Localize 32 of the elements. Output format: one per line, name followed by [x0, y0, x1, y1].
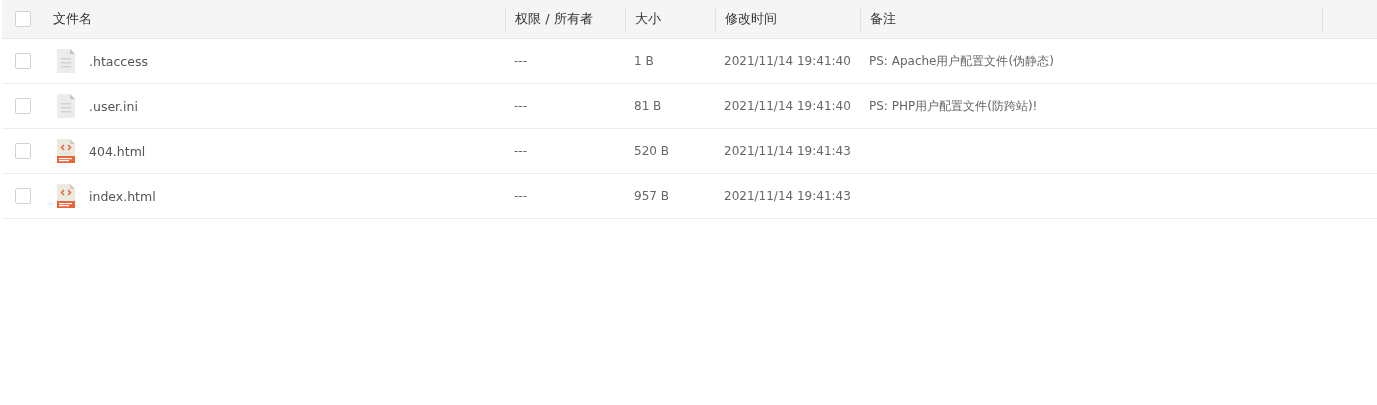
select-all-checkbox[interactable]	[15, 11, 31, 27]
modified-time-cell: 2021/11/14 19:41:40	[724, 54, 851, 68]
text-file-icon	[57, 49, 75, 73]
permission-cell: ---	[514, 189, 527, 203]
permission-cell: ---	[514, 99, 527, 113]
column-header[interactable]: 修改时间	[725, 10, 777, 28]
permission-cell: ---	[514, 144, 527, 158]
note-cell: PS: PHP用户配置文件(防跨站)!	[869, 97, 1038, 115]
column-header[interactable]: 大小	[635, 10, 661, 28]
modified-time-cell: 2021/11/14 19:41:43	[724, 189, 851, 203]
file-name-link[interactable]: 404.html	[89, 143, 146, 159]
size-cell: 957 B	[634, 189, 669, 203]
file-name-link[interactable]: .htaccess	[89, 53, 148, 69]
row-checkbox[interactable]	[15, 188, 31, 204]
row-checkbox[interactable]	[15, 53, 31, 69]
modified-time-cell: 2021/11/14 19:41:40	[724, 99, 851, 113]
file-name-link[interactable]: .user.ini	[89, 98, 138, 114]
html-file-icon	[57, 184, 75, 208]
size-cell: 1 B	[634, 54, 654, 68]
column-header[interactable]: 权限 / 所有者	[515, 10, 593, 28]
column-header[interactable]: 文件名	[53, 10, 92, 28]
text-file-icon	[57, 94, 75, 118]
column-header[interactable]: 备注	[870, 10, 896, 28]
note-cell: PS: Apache用户配置文件(伪静态)	[869, 52, 1054, 70]
file-name-link[interactable]: index.html	[89, 188, 156, 204]
row-checkbox[interactable]	[15, 143, 31, 159]
size-cell: 81 B	[634, 99, 662, 113]
size-cell: 520 B	[634, 144, 669, 158]
row-checkbox[interactable]	[15, 98, 31, 114]
html-file-icon	[57, 139, 75, 163]
modified-time-cell: 2021/11/14 19:41:43	[724, 144, 851, 158]
permission-cell: ---	[514, 54, 527, 68]
